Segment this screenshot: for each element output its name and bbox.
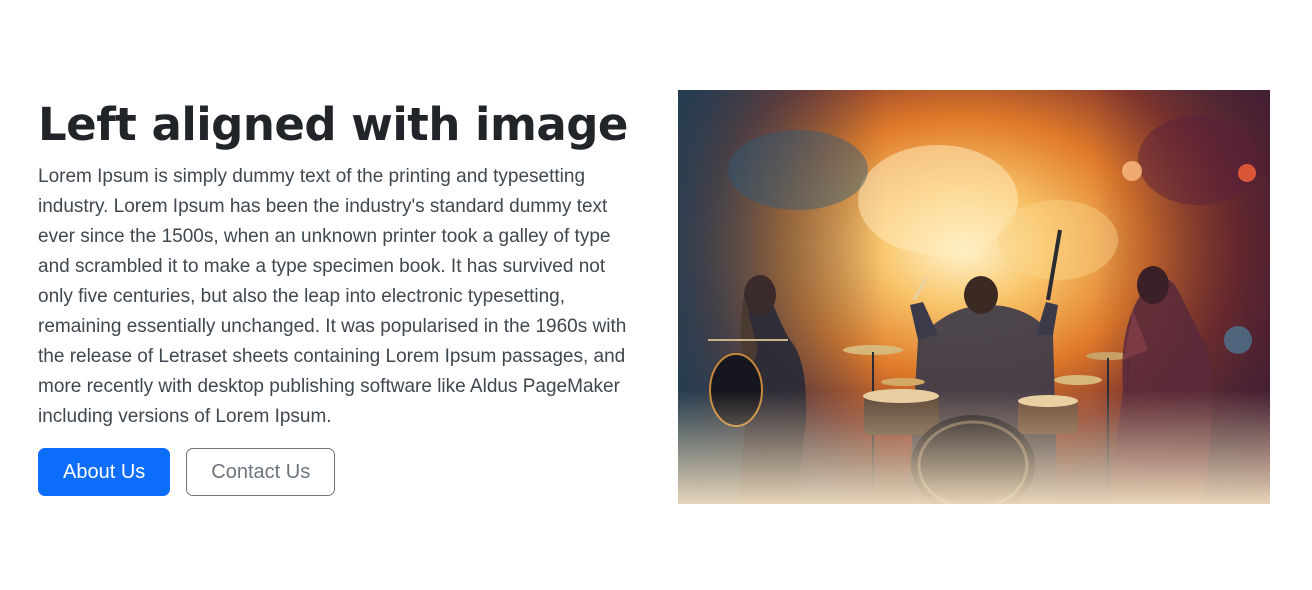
contact-us-button[interactable]: Contact Us — [186, 448, 336, 496]
hero-image — [678, 90, 1270, 504]
about-us-button[interactable]: About Us — [38, 448, 171, 496]
hero-actions: About Us Contact Us — [38, 448, 336, 496]
hero-section: Left aligned with image Lorem Ipsum is s… — [0, 0, 1312, 590]
page-title: Left aligned with image — [38, 98, 628, 151]
hero-text-column: Left aligned with image Lorem Ipsum is s… — [38, 96, 628, 432]
band-painting-illustration — [678, 90, 1270, 504]
hero-description: Lorem Ipsum is simply dummy text of the … — [38, 166, 627, 427]
